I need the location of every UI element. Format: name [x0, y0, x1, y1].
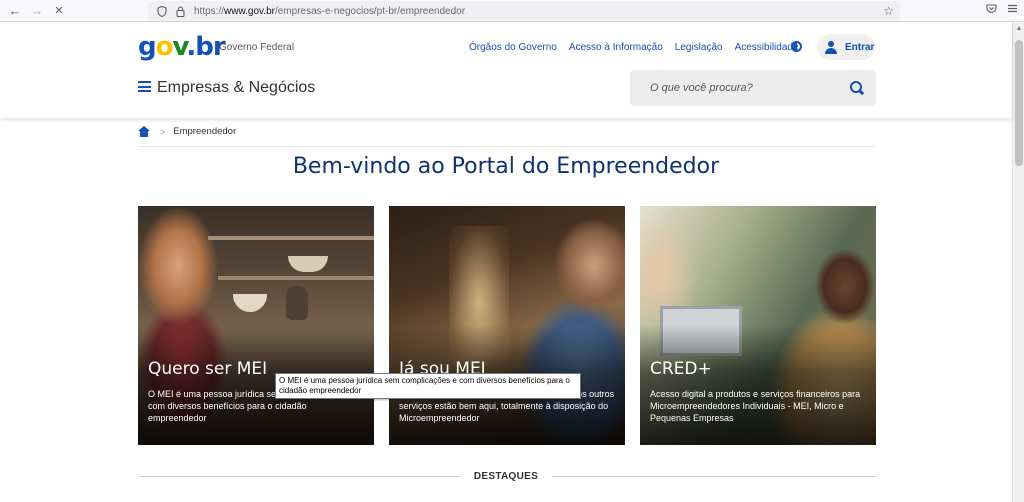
hamburger-menu-icon[interactable] — [138, 81, 151, 92]
forward-button[interactable]: → — [26, 0, 48, 22]
card-title: Quero ser MEI — [148, 359, 268, 379]
login-label: Entrar — [845, 41, 875, 53]
bookmark-star-icon[interactable]: ☆ — [883, 4, 894, 18]
card-title: CRED+ — [650, 359, 712, 379]
site-header: gov.br Governo Federal Órgãos do Governo… — [0, 22, 1012, 118]
contrast-toggle-icon[interactable] — [791, 41, 802, 52]
breadcrumb-divider — [138, 146, 876, 147]
hover-tooltip: O MEI é uma pessoa jurídica sem complica… — [275, 373, 581, 399]
app-menu-icon[interactable] — [1007, 3, 1018, 17]
page-title: Bem-vindo ao Portal do Empreendedor — [292, 154, 720, 179]
link-acessibilidade[interactable]: Acessibilidade — [735, 42, 799, 53]
lock-icon[interactable] — [172, 5, 188, 17]
stop-icon: ✕ — [54, 5, 64, 17]
back-button[interactable]: ← — [4, 0, 26, 22]
govbr-logo[interactable]: gov.br — [138, 32, 226, 62]
link-legislacao[interactable]: Legislação — [675, 42, 723, 53]
search-icon[interactable] — [850, 81, 864, 95]
destaques-divider-right — [552, 476, 876, 477]
pocket-icon[interactable] — [986, 3, 997, 17]
page-scrollbar[interactable]: ▲ — [1012, 22, 1024, 502]
card-ja-sou-mei[interactable]: Já sou MEI Declarações, pagamentos, alte… — [389, 206, 625, 445]
stop-button[interactable]: ✕ — [48, 0, 70, 22]
search-box — [630, 70, 876, 106]
forward-arrow-icon: → — [30, 3, 44, 18]
governo-federal-label: Governo Federal — [219, 42, 295, 53]
card-description: Acesso digital a produtos e serviços fin… — [650, 389, 861, 423]
breadcrumb: > Empreendedor — [138, 126, 236, 137]
url-text: https://www.gov.br/empresas-e-negocios/p… — [194, 5, 466, 17]
browser-toolbar: ← → ✕ https://www.gov.br/empresas-e-nego… — [0, 0, 1024, 22]
scrollbar-thumb[interactable] — [1015, 40, 1023, 166]
link-acesso-a-informacao[interactable]: Acesso à Informação — [569, 42, 663, 53]
shield-icon[interactable] — [154, 5, 170, 17]
link-orgaos-do-governo[interactable]: Órgãos do Governo — [469, 42, 557, 53]
home-icon[interactable] — [138, 126, 150, 137]
search-input[interactable] — [630, 70, 840, 106]
breadcrumb-separator: > — [160, 126, 166, 137]
card-cred-plus[interactable]: CRED+ Acesso digital a produtos e serviç… — [640, 206, 876, 445]
site-title[interactable]: Empresas & Negócios — [157, 79, 315, 97]
login-button[interactable]: Entrar — [817, 34, 875, 60]
scroll-up-icon[interactable]: ▲ — [1015, 25, 1023, 35]
breadcrumb-current: Empreendedor — [173, 126, 237, 137]
address-bar[interactable]: https://www.gov.br/empresas-e-negocios/p… — [148, 1, 900, 21]
top-nav-links: Órgãos do Governo Acesso à Informação Le… — [469, 42, 811, 53]
back-arrow-icon: ← — [8, 3, 22, 18]
user-icon — [824, 40, 838, 54]
card-quero-ser-mei[interactable]: Quero ser MEI O MEI é uma pessoa jurídic… — [138, 206, 374, 445]
